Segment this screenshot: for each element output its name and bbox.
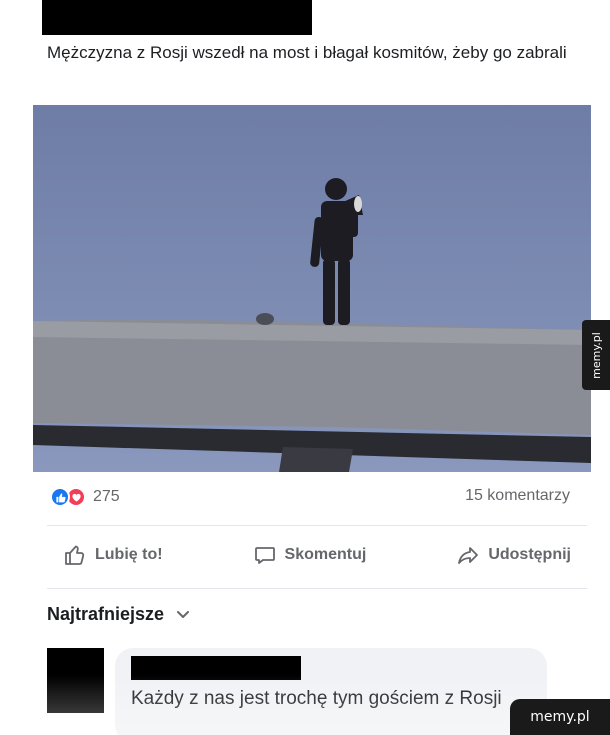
comments-count-link[interactable]: 15 komentarzy — [465, 487, 570, 505]
redacted-author-name — [42, 0, 312, 35]
thumbs-up-icon — [65, 545, 85, 565]
reaction-count: 275 — [93, 488, 120, 505]
divider — [47, 588, 587, 589]
comment-sort-dropdown[interactable]: Najtrafniejsze — [47, 604, 190, 625]
comment-button[interactable]: Skomentuj — [237, 543, 383, 567]
share-arrow-icon — [458, 547, 479, 564]
chevron-down-icon — [177, 610, 190, 618]
post-actions-bar: Lubię to! Skomentuj Udostępnij — [47, 534, 587, 576]
divider — [47, 525, 587, 526]
redacted-commenter-name[interactable] — [131, 656, 301, 680]
side-watermark: memy.pl — [582, 320, 610, 390]
like-reaction-icon — [50, 487, 70, 507]
post-caption: Mężczyzna z Rosji wszedł na most i błaga… — [47, 43, 567, 62]
comment-label: Skomentuj — [284, 546, 367, 563]
share-button[interactable]: Udostępnij — [440, 543, 587, 567]
like-label: Lubię to! — [95, 546, 163, 563]
reactions-summary[interactable]: 275 — [50, 484, 120, 510]
comment-bubble-icon — [254, 547, 275, 564]
share-label: Udostępnij — [488, 546, 571, 563]
sort-label: Najtrafniejsze — [47, 604, 165, 624]
like-button[interactable]: Lubię to! — [47, 543, 179, 567]
post-photo[interactable] — [33, 105, 591, 472]
redacted-avatar[interactable] — [47, 648, 104, 713]
corner-watermark: memy.pl — [510, 699, 610, 735]
bridge-photo-illustration — [33, 105, 591, 472]
comment-text: Każdy z nas jest trochę tym gościem z Ro… — [131, 688, 502, 709]
